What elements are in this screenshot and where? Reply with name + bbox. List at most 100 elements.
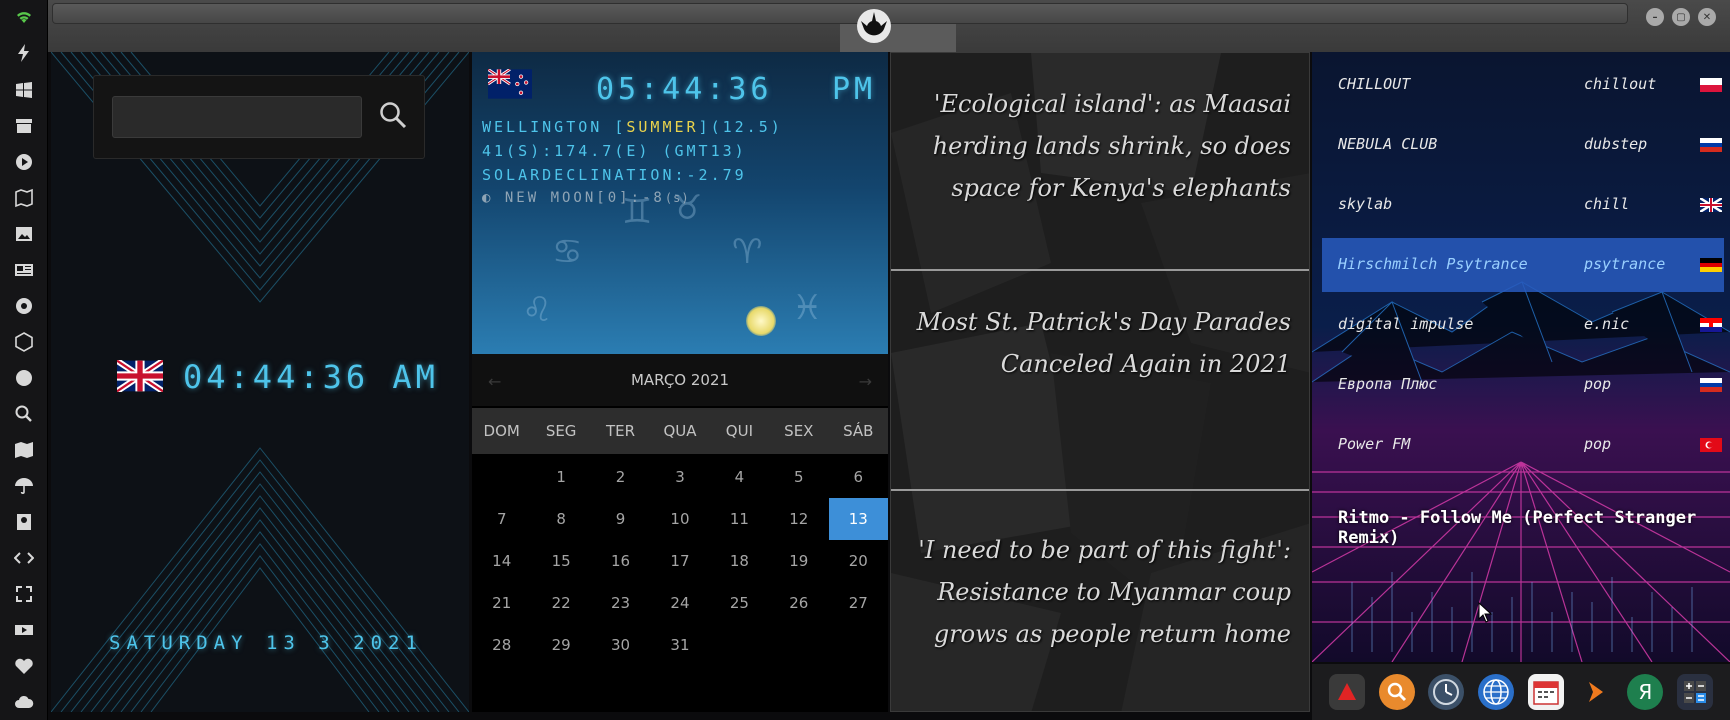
address-bar[interactable] (52, 3, 1628, 24)
calendar-day[interactable]: 30 (591, 624, 650, 666)
moon-suffix: (s) (664, 191, 690, 205)
clock-app-icon[interactable] (1428, 674, 1465, 710)
flash-icon[interactable] (12, 41, 36, 65)
calendar-day[interactable]: 11 (710, 498, 769, 540)
calendar-day[interactable]: 29 (531, 624, 590, 666)
search-icon[interactable] (12, 402, 36, 426)
search-app-icon[interactable] (1378, 674, 1415, 710)
title-bar: – ▢ ✕ (48, 0, 1730, 52)
germany-flag-icon (1700, 258, 1722, 272)
play-icon[interactable] (12, 150, 36, 174)
weekday-label: SEX (784, 422, 814, 440)
prev-month-button[interactable]: ← (488, 372, 501, 391)
calendar-day[interactable]: 14 (472, 540, 531, 582)
calculator-app-icon[interactable] (1677, 674, 1714, 710)
weekday-label: SEG (545, 422, 577, 440)
image-icon[interactable] (12, 222, 36, 246)
calendar-day[interactable]: 26 (769, 582, 828, 624)
calendar-day[interactable]: 17 (650, 540, 709, 582)
station-row[interactable]: CHILLOUT chillout (1322, 58, 1724, 112)
calendar-day[interactable]: 5 (769, 456, 828, 498)
weekday-label: TER (606, 422, 636, 440)
nz-time: 05:44:36 (596, 72, 773, 107)
calendar-day[interactable]: 15 (531, 540, 590, 582)
calendar-day[interactable]: 6 (829, 456, 888, 498)
calendar-day[interactable]: 10 (650, 498, 709, 540)
calendar-day[interactable]: 12 (769, 498, 828, 540)
station-row[interactable]: digital impulse e.nic (1322, 298, 1724, 352)
hexagon-icon[interactable] (12, 330, 36, 354)
station-name: Европа Плюс (1338, 375, 1438, 393)
fullscreen-icon[interactable] (12, 582, 36, 606)
calendar-day[interactable]: 2 (591, 456, 650, 498)
calendar-day[interactable]: 31 (650, 624, 709, 666)
cloud-icon[interactable] (12, 690, 36, 714)
calendar-day[interactable]: 24 (650, 582, 709, 624)
calendar-day[interactable]: 18 (710, 540, 769, 582)
season-label: SUMMER (626, 118, 699, 136)
settings-wheel-icon[interactable] (12, 294, 36, 318)
calendar-day[interactable]: 23 (591, 582, 650, 624)
arrow-right-app-icon[interactable] (1578, 674, 1614, 710)
windows-icon[interactable] (12, 78, 36, 102)
globe-app-icon[interactable] (1478, 674, 1515, 710)
weekday-label: QUI (725, 422, 753, 440)
calendar-day[interactable]: 7 (472, 498, 531, 540)
croatia-flag-icon (1700, 318, 1722, 332)
calendar-day[interactable]: 20 (829, 540, 888, 582)
contacts-icon[interactable] (12, 510, 36, 534)
calendar-day[interactable]: 9 (591, 498, 650, 540)
calendar-day[interactable]: 4 (710, 456, 769, 498)
calendar-day[interactable]: 21 (472, 582, 531, 624)
umbrella-icon[interactable] (12, 474, 36, 498)
map-icon[interactable] (12, 438, 36, 462)
arrow-app-icon[interactable] (1328, 674, 1365, 710)
calendar-week: 21 22 23 24 25 26 27 (472, 582, 888, 624)
news-item[interactable]: 'Ecological island': as Maasai herding l… (911, 83, 1291, 209)
maximize-button[interactable]: ▢ (1672, 8, 1690, 26)
search-icon[interactable] (378, 100, 408, 130)
calendar-day[interactable]: 3 (650, 456, 709, 498)
calendar-day[interactable]: 19 (769, 540, 828, 582)
station-genre: psytrance (1584, 255, 1666, 273)
archive-icon[interactable] (12, 114, 36, 138)
globe-icon[interactable] (12, 366, 36, 390)
map-book-icon[interactable] (12, 186, 36, 210)
uk-flag-icon (117, 360, 163, 392)
station-row[interactable]: NEBULA CLUB dubstep (1322, 118, 1724, 172)
search-input[interactable] (112, 96, 362, 138)
news-item[interactable]: Most St. Patrick's Day Parades Canceled … (911, 301, 1291, 385)
calendar-day[interactable]: 22 (531, 582, 590, 624)
news-item[interactable]: 'I need to be part of this fight': Resis… (911, 529, 1291, 655)
calendar-app-icon[interactable] (1527, 674, 1564, 710)
nz-ampm: PM (832, 72, 877, 107)
station-name: digital impulse (1338, 315, 1474, 333)
calendar-day[interactable]: 25 (710, 582, 769, 624)
calendar-day-today[interactable]: 13 (828, 498, 888, 540)
yandex-app-icon[interactable]: Я (1627, 674, 1664, 710)
close-button[interactable]: ✕ (1698, 8, 1716, 26)
station-row[interactable]: Европа Плюс pop (1322, 358, 1724, 412)
code-icon[interactable] (12, 546, 36, 570)
station-name: CHILLOUT (1338, 75, 1411, 93)
leo-zodiac-icon: ♌ (522, 290, 553, 330)
station-row[interactable]: Power FM pop (1322, 418, 1724, 472)
weekday-label: SÁB (843, 422, 874, 440)
calendar-day[interactable]: 27 (829, 582, 888, 624)
newspaper-icon[interactable] (12, 258, 36, 282)
station-row[interactable]: Hirschmilch Psytrance psytrance (1322, 238, 1724, 292)
calendar-day[interactable]: 1 (531, 456, 590, 498)
minimize-button[interactable]: – (1646, 8, 1664, 26)
calendar-day[interactable]: 16 (591, 540, 650, 582)
heart-icon[interactable] (12, 654, 36, 678)
aries-zodiac-icon: ♈ (732, 232, 763, 272)
next-month-button[interactable]: → (859, 372, 872, 391)
station-row[interactable]: skylab chill (1322, 178, 1724, 232)
station-genre: chillout (1584, 75, 1657, 93)
news-panel: 'Ecological island': as Maasai herding l… (890, 52, 1310, 712)
calendar-day[interactable]: 8 (531, 498, 590, 540)
app-dock: Я (1312, 664, 1730, 720)
youtube-icon[interactable] (12, 618, 36, 642)
wifi-icon[interactable] (12, 5, 36, 29)
calendar-day[interactable]: 28 (472, 624, 531, 666)
